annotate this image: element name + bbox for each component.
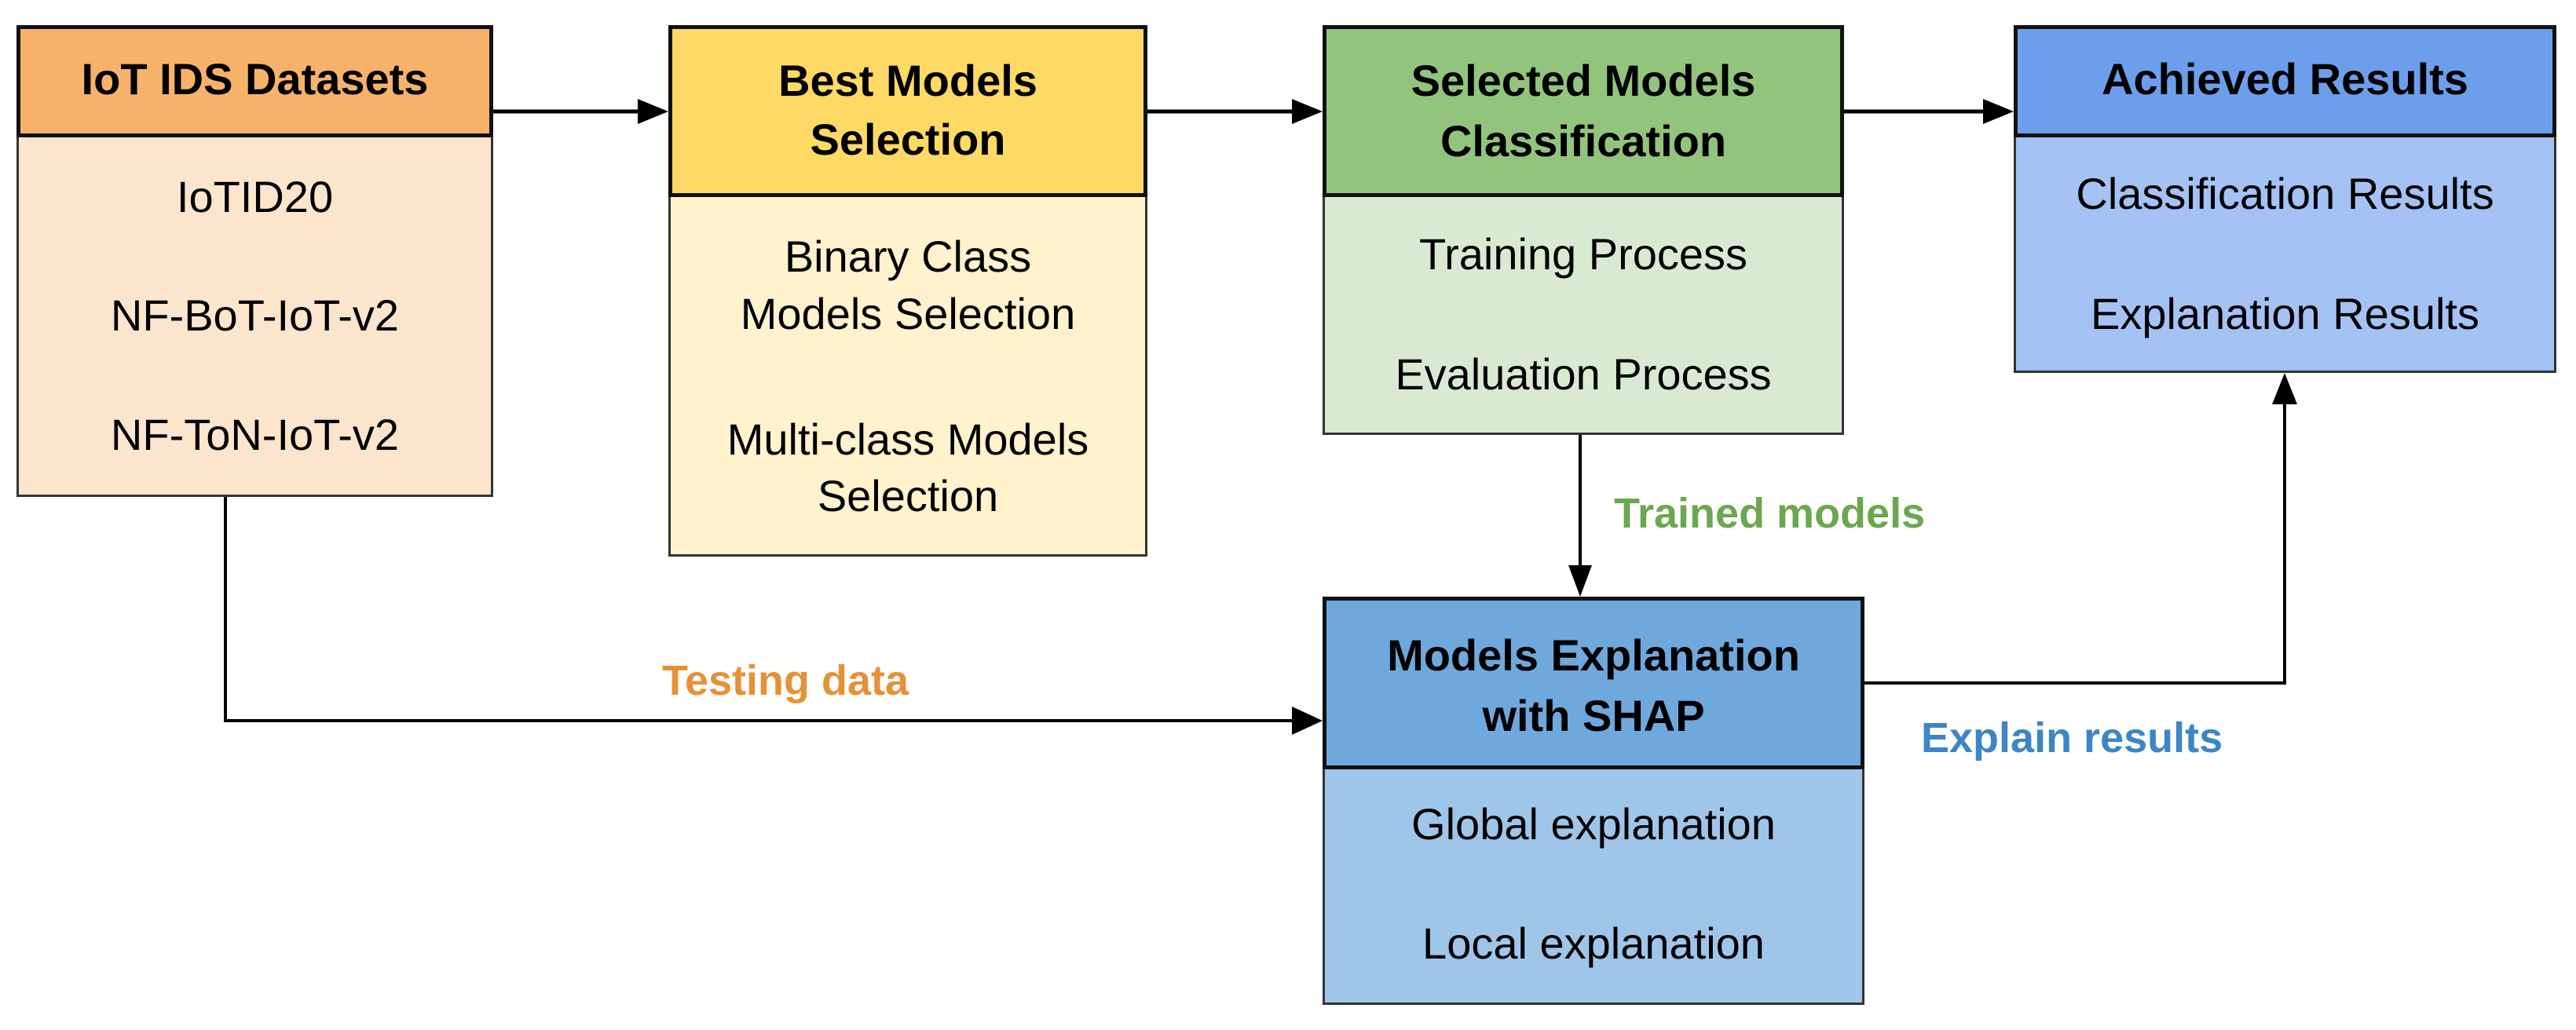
- arrow-trained-models: [1568, 435, 1592, 597]
- box-header: Achieved Results: [2014, 25, 2556, 137]
- arrow-classification-to-results: [1844, 99, 2014, 124]
- selection-item-line: Selection: [817, 471, 999, 520]
- box-header: IoT IDS Datasets: [16, 25, 493, 137]
- box-body: Binary Class Models Selection Multi-clas…: [668, 197, 1147, 557]
- explain-results-label: Explain results: [1921, 714, 2223, 762]
- box-header: Models Explanation with SHAP: [1323, 597, 1864, 769]
- box-body: Global explanation Local explanation: [1323, 769, 1864, 1005]
- result-item: Classification Results: [2076, 169, 2494, 218]
- process-item: Training Process: [1418, 229, 1748, 279]
- explanation-item: Local explanation: [1422, 919, 1765, 968]
- process-item: Evaluation Process: [1395, 349, 1772, 399]
- box-title-line: Classification: [1440, 116, 1727, 166]
- iot-ids-datasets-box: IoT IDS Datasets IoTID20 NF-BoT-IoT-v2 N…: [16, 25, 493, 497]
- best-models-selection-box: Best Models Selection Binary Class Model…: [668, 25, 1147, 557]
- box-body: Classification Results Explanation Resul…: [2014, 137, 2556, 373]
- arrowhead-icon: [1292, 707, 1323, 735]
- arrowhead-icon: [1292, 99, 1323, 124]
- box-body: IoTID20 NF-BoT-IoT-v2 NF-ToN-IoT-v2: [16, 137, 493, 497]
- arrowhead-icon: [1983, 99, 2014, 124]
- selection-item-line: Binary Class: [784, 232, 1032, 281]
- box-title-line: Selection: [810, 115, 1006, 164]
- selection-item-line: Multi-class Models: [726, 415, 1089, 464]
- dataset-item: NF-BoT-IoT-v2: [110, 290, 400, 340]
- arrowhead-icon: [1568, 565, 1592, 597]
- arrow-selection-to-classification: [1147, 99, 1323, 124]
- arrowhead-icon: [2272, 373, 2297, 404]
- box-title: Achieved Results: [2102, 54, 2468, 104]
- box-title: IoT IDS Datasets: [81, 54, 429, 104]
- explanation-item: Global explanation: [1411, 799, 1776, 849]
- dataset-item: IoTID20: [176, 172, 334, 221]
- box-header: Selected Models Classification: [1323, 25, 1844, 197]
- achieved-results-box: Achieved Results Classification Results …: [2014, 25, 2556, 373]
- testing-data-label: Testing data: [662, 657, 909, 704]
- box-title-line: Selected Models: [1411, 56, 1756, 105]
- arrow-explain-results: [1864, 373, 2297, 685]
- arrow-datasets-to-selection: [493, 99, 668, 124]
- selection-item-line: Models Selection: [740, 289, 1076, 338]
- models-explanation-box: Models Explanation with SHAP Global expl…: [1323, 597, 1864, 1005]
- box-body: Training Process Evaluation Process: [1323, 197, 1844, 435]
- result-item: Explanation Results: [2091, 289, 2479, 338]
- arrowhead-icon: [638, 99, 668, 124]
- box-title-line: with SHAP: [1482, 691, 1705, 740]
- dataset-item: NF-ToN-IoT-v2: [110, 410, 400, 459]
- box-header: Best Models Selection: [668, 25, 1147, 197]
- box-title-line: Models Explanation: [1387, 630, 1800, 680]
- selected-models-classification-box: Selected Models Classification Training …: [1323, 25, 1844, 435]
- trained-models-label: Trained models: [1614, 490, 1926, 537]
- box-title-line: Best Models: [778, 56, 1037, 105]
